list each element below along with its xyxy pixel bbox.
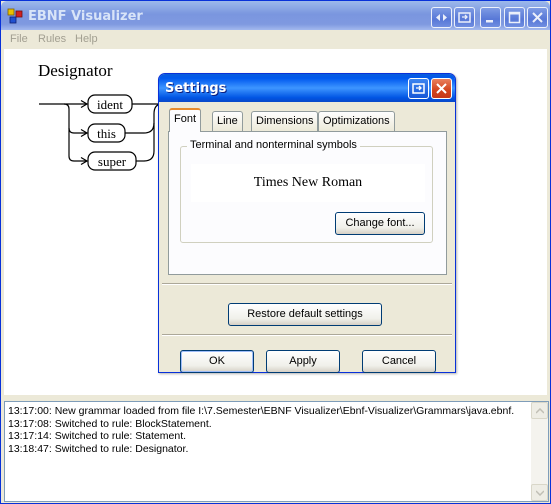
minimize-icon <box>486 20 493 23</box>
main-titlebar[interactable]: EBNF Visualizer <box>1 1 550 30</box>
restore-defaults-button[interactable]: Restore default settings <box>228 303 382 326</box>
scroll-down-icon <box>536 490 544 496</box>
divider-top <box>162 283 452 285</box>
menubar: File Rules Help <box>2 30 549 48</box>
scroll-up-button[interactable] <box>531 402 548 419</box>
tray-button[interactable] <box>454 7 475 28</box>
symbols-groupbox: Terminal and nonterminal symbols Times N… <box>180 139 433 243</box>
scroll-up-icon <box>536 408 544 414</box>
dialog-title: Settings <box>165 81 227 96</box>
font-preview: Times New Roman <box>191 164 425 202</box>
log-line: 13:17:08: Switched to rule: BlockStateme… <box>8 417 212 430</box>
log-line: 13:18:47: Switched to rule: Designator. <box>8 442 189 455</box>
close-icon <box>532 12 543 23</box>
arrows-icon <box>436 14 447 21</box>
log-lines: 13:17:00: New grammar loaded from file I… <box>8 405 528 455</box>
cancel-button[interactable]: Cancel <box>362 350 436 373</box>
restore-dialog-icon <box>412 83 425 94</box>
menu-rules[interactable]: Rules <box>38 33 66 45</box>
log-scrollbar[interactable] <box>531 402 548 501</box>
scroll-down-button[interactable] <box>531 484 548 501</box>
app-icon <box>7 8 23 24</box>
groupbox-label: Terminal and nonterminal symbols <box>187 139 360 151</box>
terminal-label-super: super <box>98 154 127 169</box>
dialog-close-button[interactable] <box>431 78 452 99</box>
terminal-label-this: this <box>97 126 116 141</box>
settings-dialog: Settings Font Line Dimensions Optimizati… <box>158 73 456 373</box>
nav-arrows-button[interactable] <box>431 7 452 28</box>
syntax-diagram: ident this super <box>39 94 164 171</box>
tab-line[interactable]: Line <box>212 111 243 131</box>
log-line: 13:17:00: New grammar loaded from file I… <box>8 405 515 417</box>
menu-help[interactable]: Help <box>75 33 98 45</box>
dialog-titlebar[interactable]: Settings <box>159 74 455 102</box>
menu-file[interactable]: File <box>10 33 28 45</box>
change-font-button[interactable]: Change font... <box>335 212 425 235</box>
terminal-label-ident: ident <box>97 97 123 112</box>
apply-button[interactable]: Apply <box>266 350 340 373</box>
restore-dialog-icon <box>458 12 471 23</box>
minimize-button[interactable] <box>480 7 501 28</box>
dialog-body: Font Line Dimensions Optimizations Termi… <box>162 102 452 373</box>
log-line: 13:17:14: Switched to rule: Statement. <box>8 430 187 442</box>
maximize-button[interactable] <box>504 7 525 28</box>
dialog-tray-button[interactable] <box>408 78 429 99</box>
tab-dimensions[interactable]: Dimensions <box>251 111 319 131</box>
close-icon <box>436 83 447 94</box>
app-title: EBNF Visualizer <box>28 9 143 24</box>
font-tab-panel: Terminal and nonterminal symbols Times N… <box>168 131 447 275</box>
maximize-icon <box>508 11 521 24</box>
tab-optimizations[interactable]: Optimizations <box>318 111 395 131</box>
divider-bottom <box>162 334 452 336</box>
ok-button[interactable]: OK <box>180 350 254 373</box>
log-panel[interactable]: 13:17:00: New grammar loaded from file I… <box>4 401 549 502</box>
close-button[interactable] <box>527 7 548 28</box>
tab-font[interactable]: Font <box>169 108 202 132</box>
